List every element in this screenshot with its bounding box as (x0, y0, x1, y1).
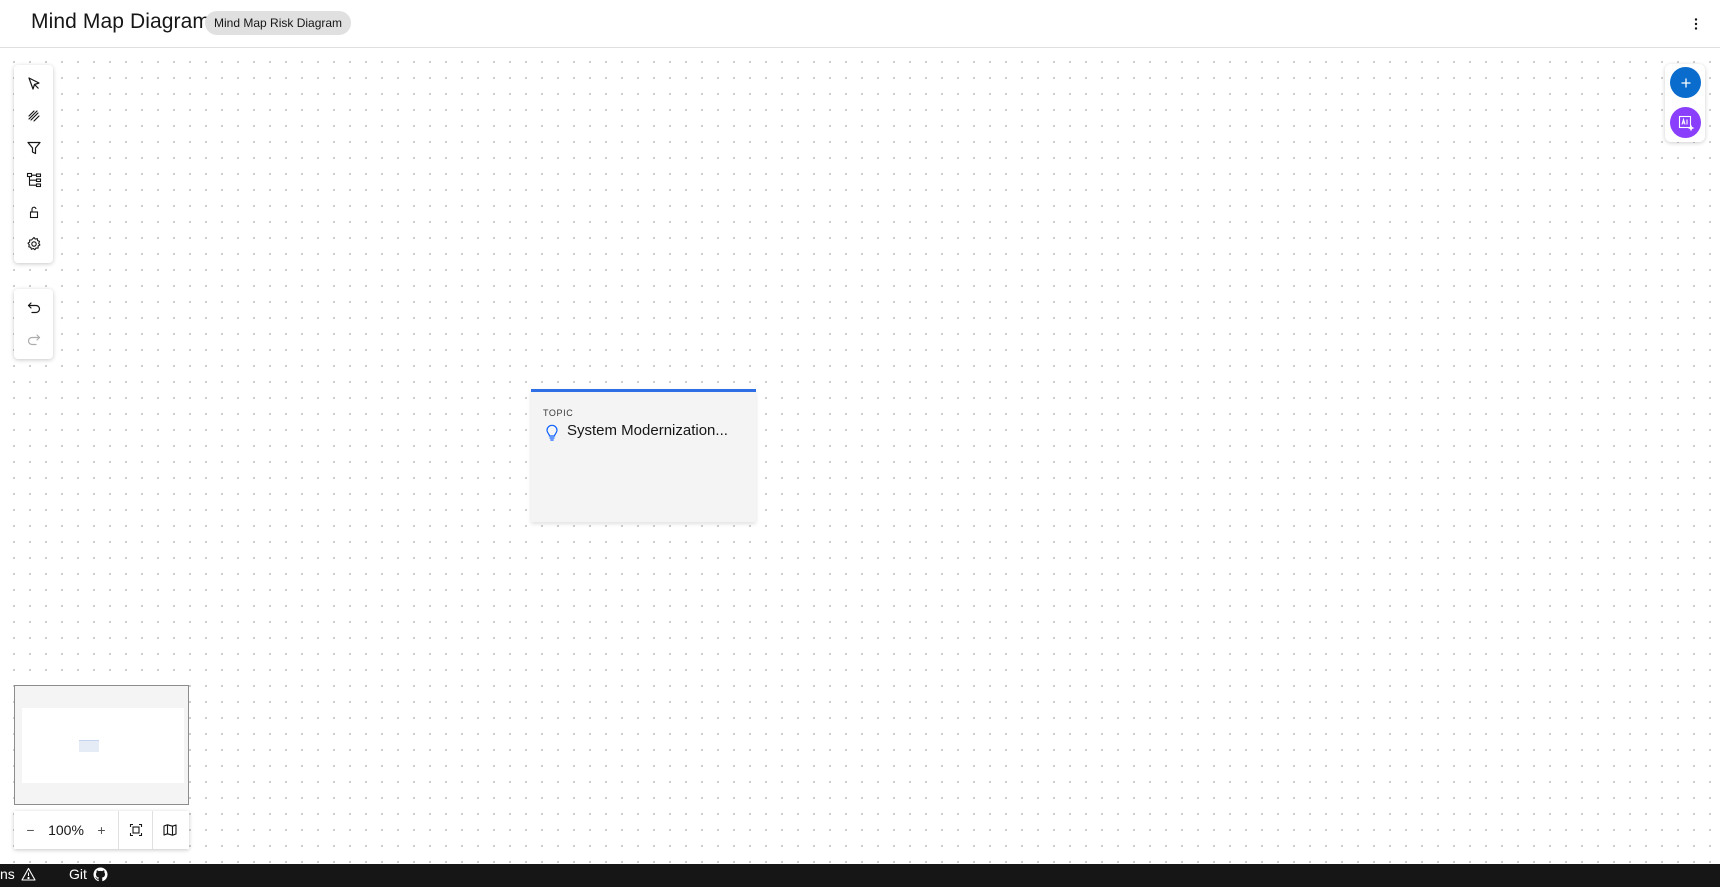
git-status[interactable]: Git (69, 866, 108, 882)
tree-view-icon (26, 172, 41, 188)
filter-tool-button[interactable] (14, 132, 53, 164)
map-icon (162, 824, 177, 836)
zoom-controls: − 100% + (14, 811, 189, 849)
lock-tool-button[interactable] (14, 196, 53, 228)
add-node-button[interactable] (1670, 67, 1701, 98)
page-title: Mind Map Diagram (31, 10, 210, 33)
zoom-in-button[interactable]: + (85, 811, 118, 849)
diagram-type-tag: Mind Map Risk Diagram (205, 11, 352, 35)
minimap-viewport[interactable] (22, 708, 184, 783)
tree-layout-tool-button[interactable] (14, 164, 53, 196)
problems-status[interactable]: ns (0, 866, 36, 882)
node-title: System Modernization... (567, 422, 728, 439)
status-bar: ns Git (0, 864, 1720, 887)
redo-icon (27, 334, 40, 346)
history-toolbar (14, 289, 53, 359)
git-label: Git (69, 866, 87, 882)
cursor-arrow-icon (27, 77, 40, 90)
filter-icon (26, 141, 41, 155)
minimap-node (79, 740, 99, 752)
minimap[interactable] (14, 685, 189, 805)
settings-tool-button[interactable] (14, 228, 53, 260)
unlock-icon (29, 206, 38, 219)
pen-strokes-icon (27, 110, 40, 122)
canvas-toolbar (14, 65, 53, 263)
topic-node[interactable]: TOPIC System Modernization... (531, 389, 756, 522)
lightbulb-icon (546, 424, 558, 441)
fit-to-screen-icon (129, 823, 142, 837)
undo-button[interactable] (14, 292, 53, 324)
app-header: Mind Map Diagram Mind Map Risk Diagram (0, 0, 1720, 48)
ai-generate-icon (1678, 115, 1694, 131)
node-type-label: TOPIC (543, 408, 574, 418)
warning-triangle-icon (21, 867, 36, 881)
ai-generate-button[interactable] (1670, 107, 1701, 138)
overflow-menu-vertical-icon (1694, 18, 1698, 30)
diagram-canvas[interactable] (0, 48, 1720, 864)
plus-icon (1681, 78, 1690, 87)
undo-icon (27, 302, 40, 314)
gear-icon (26, 236, 40, 251)
zoom-level: 100% (48, 822, 84, 838)
problems-label: ns (0, 866, 15, 882)
select-tool-button[interactable] (14, 68, 53, 100)
redo-button[interactable] (14, 324, 53, 356)
fit-to-screen-button[interactable] (119, 811, 152, 849)
toggle-minimap-button[interactable] (153, 811, 186, 849)
quick-actions-panel (1665, 64, 1705, 142)
overflow-menu-button[interactable] (1684, 12, 1708, 36)
connector-tool-button[interactable] (14, 100, 53, 132)
zoom-out-button[interactable]: − (14, 811, 47, 849)
github-icon (93, 866, 108, 881)
